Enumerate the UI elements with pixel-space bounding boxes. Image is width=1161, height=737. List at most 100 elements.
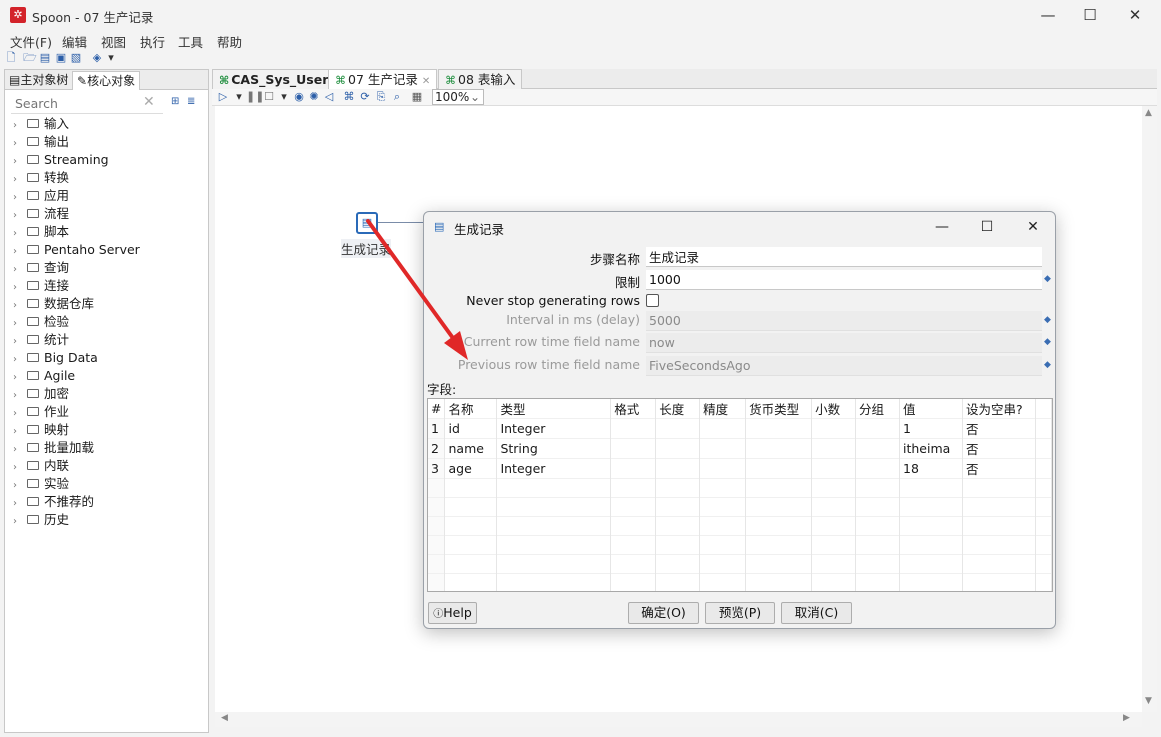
table-cell[interactable] [655, 478, 701, 498]
dialog-close-button[interactable]: ✕ [1010, 212, 1056, 242]
table-cell[interactable] [444, 573, 498, 591]
table-cell[interactable] [655, 554, 701, 574]
explore-icon[interactable]: ▤ [38, 51, 52, 65]
table-cell[interactable] [655, 458, 701, 479]
table-cell[interactable] [428, 497, 446, 517]
tab-cas-sys-user[interactable]: ⌘ CAS_Sys_User [212, 69, 336, 89]
table-cell[interactable] [811, 535, 857, 555]
table-cell[interactable] [610, 458, 657, 479]
maximize-button[interactable]: ☐ [1067, 0, 1113, 30]
table-row[interactable] [428, 554, 1052, 574]
table-cell[interactable] [745, 458, 813, 479]
save-as-icon[interactable]: ▧ [69, 51, 83, 65]
search-input[interactable] [11, 94, 141, 112]
horizontal-scrollbar[interactable]: ◀ ▶ [215, 712, 1142, 727]
tree-item[interactable]: › 映射 [5, 421, 208, 439]
variable-icon[interactable]: ◆ [1044, 337, 1051, 347]
table-cell[interactable] [855, 554, 900, 574]
scroll-down-icon[interactable]: ▼ [1145, 696, 1152, 706]
table-cell[interactable] [855, 478, 900, 498]
tree-item[interactable]: › 输入 [5, 115, 208, 133]
table-cell[interactable] [496, 497, 612, 517]
table-cell[interactable] [699, 438, 747, 459]
collapse-all-icon[interactable]: ≣ [187, 96, 195, 107]
vertical-scrollbar[interactable]: ▲ ▼ [1142, 106, 1157, 712]
column-header[interactable]: 长度 [655, 399, 701, 419]
table-row[interactable]: 2 name String itheima 否 [428, 438, 1052, 459]
table-cell[interactable] [1035, 438, 1052, 459]
table-cell[interactable] [899, 554, 963, 574]
table-cell[interactable] [610, 573, 657, 591]
column-header[interactable]: # [428, 399, 446, 419]
table-cell[interactable] [899, 573, 963, 591]
expand-all-icon[interactable]: ⊞ [171, 96, 179, 107]
tab-core-objects[interactable]: ✎核心对象 [72, 71, 141, 90]
table-cell[interactable] [745, 478, 813, 498]
table-cell[interactable] [444, 497, 498, 517]
table-row[interactable] [428, 573, 1052, 591]
verify-icon[interactable]: ⌘ [342, 90, 356, 103]
table-cell[interactable] [496, 535, 612, 555]
table-cell[interactable] [899, 535, 963, 555]
table-cell[interactable] [811, 418, 857, 439]
table-cell[interactable] [655, 438, 701, 459]
tab-main-tree[interactable]: ▤主对象树 [5, 71, 72, 90]
table-cell[interactable] [655, 516, 701, 536]
current-row-input[interactable] [646, 333, 1042, 353]
tree-item[interactable]: › 统计 [5, 331, 208, 349]
chevron-down-icon[interactable]: ▾ [104, 51, 118, 65]
step-name-input[interactable] [646, 247, 1042, 267]
explore-db-icon[interactable]: ⌕ [390, 90, 404, 104]
stop-chevron-icon[interactable]: ▾ [277, 90, 291, 103]
column-header[interactable]: 分组 [855, 399, 900, 419]
tree-item[interactable]: › Pentaho Server [5, 241, 208, 259]
tree-item[interactable]: › 数据仓库 [5, 295, 208, 313]
table-cell[interactable] [962, 554, 1036, 574]
table-cell[interactable]: 否 [962, 438, 1036, 459]
table-cell[interactable]: 2 [428, 438, 446, 459]
table-cell[interactable]: 3 [428, 458, 446, 479]
clear-search-icon[interactable]: ✕ [143, 94, 155, 110]
previous-row-input[interactable] [646, 356, 1042, 376]
table-cell[interactable] [745, 535, 813, 555]
column-header[interactable]: 名称 [444, 399, 498, 419]
impact-icon[interactable]: ⟳ [358, 90, 372, 103]
table-cell[interactable] [428, 535, 446, 555]
table-cell[interactable] [428, 478, 446, 498]
table-cell[interactable] [811, 573, 857, 591]
tree-item[interactable]: › 检验 [5, 313, 208, 331]
menu-view[interactable]: 视图 [101, 32, 126, 51]
limit-input[interactable] [646, 270, 1042, 290]
new-file-icon[interactable]: 🗋 [4, 51, 18, 65]
table-cell[interactable] [962, 516, 1036, 536]
table-cell[interactable] [699, 458, 747, 479]
table-cell[interactable] [1035, 535, 1052, 555]
variable-icon[interactable]: ◆ [1044, 315, 1051, 325]
table-cell[interactable] [428, 516, 446, 536]
help-button[interactable]: ⓘHelp [428, 602, 477, 624]
table-cell[interactable]: 否 [962, 418, 1036, 439]
table-cell[interactable] [699, 516, 747, 536]
table-cell[interactable] [610, 497, 657, 517]
table-cell[interactable] [496, 554, 612, 574]
tree-item[interactable]: › 历史 [5, 511, 208, 529]
run-icon[interactable]: ▷ [216, 90, 230, 103]
table-cell[interactable] [745, 497, 813, 517]
save-icon[interactable]: ▣ [54, 51, 68, 65]
table-cell[interactable] [855, 535, 900, 555]
tab-07[interactable]: ⌘ 07 生产记录 ✕ [328, 69, 438, 89]
table-cell[interactable] [745, 418, 813, 439]
table-cell[interactable] [610, 516, 657, 536]
preview-icon[interactable]: ◉ [292, 90, 306, 103]
table-cell[interactable] [444, 516, 498, 536]
table-cell[interactable] [444, 554, 498, 574]
table-cell[interactable] [1035, 458, 1052, 479]
table-cell[interactable]: Integer [496, 458, 612, 479]
table-cell[interactable] [1035, 573, 1052, 591]
table-row[interactable]: 3 age Integer 18 否 [428, 458, 1052, 479]
chevron-right-icon[interactable]: › [13, 513, 27, 531]
table-cell[interactable]: 1 [428, 418, 446, 439]
column-header[interactable]: 格式 [610, 399, 657, 419]
debug-icon[interactable]: ✺ [307, 90, 321, 103]
ok-button[interactable]: 确定(O) [628, 602, 699, 624]
